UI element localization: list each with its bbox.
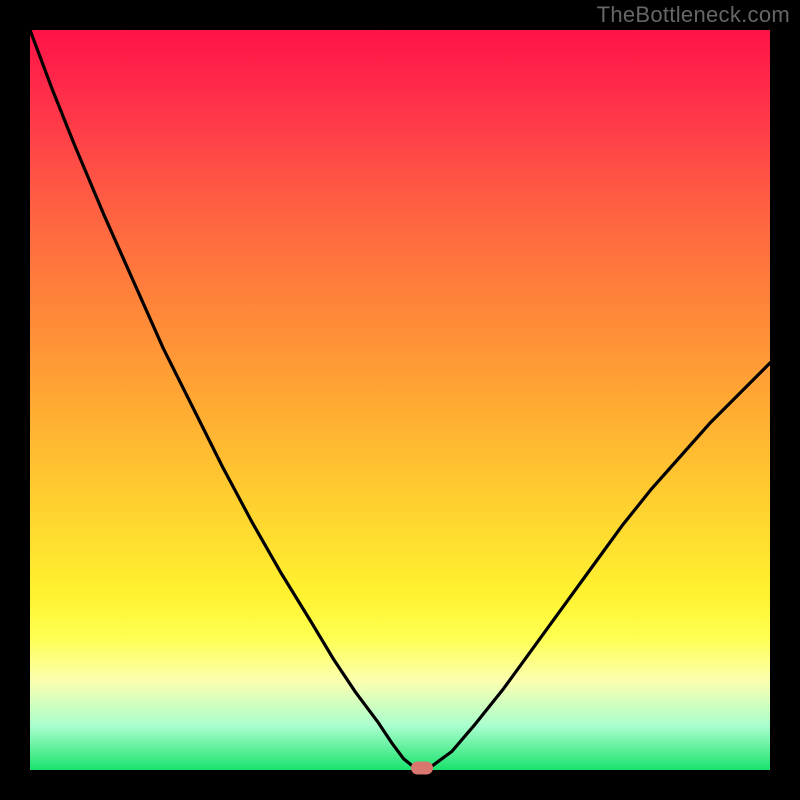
watermark-text: TheBottleneck.com [597, 2, 790, 28]
bottleneck-curve [30, 30, 770, 770]
plot-area [30, 30, 770, 770]
minimum-marker [411, 761, 433, 774]
chart-frame: TheBottleneck.com [0, 0, 800, 800]
